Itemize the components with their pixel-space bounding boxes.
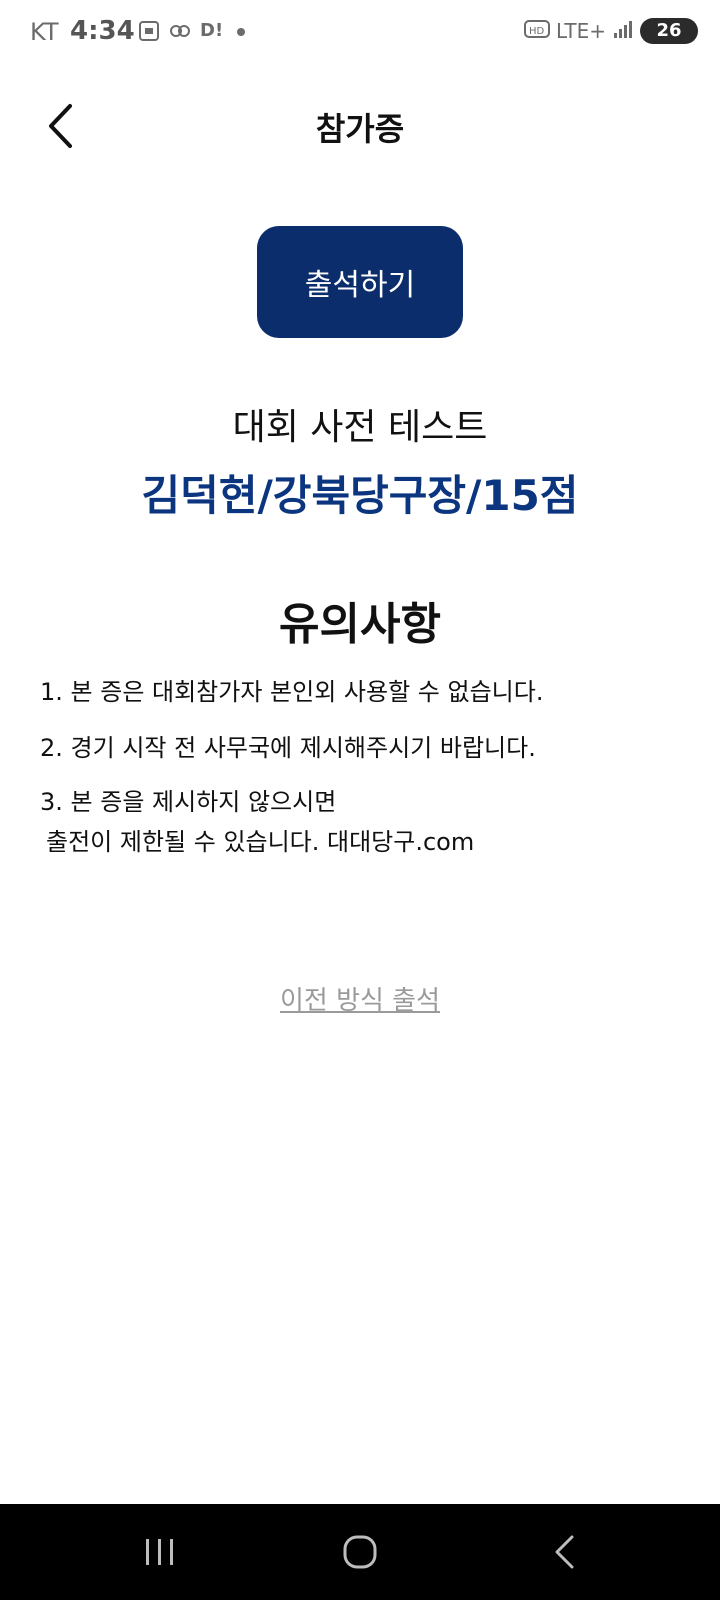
notification-d-icon: D!	[200, 20, 224, 41]
legacy-attendance-link[interactable]: 이전 방식 출석	[0, 980, 720, 1017]
nav-back-button[interactable]	[524, 1522, 604, 1582]
network-label: LTE+	[556, 19, 606, 43]
recents-icon	[146, 1539, 173, 1565]
clock-time: 4:34	[70, 16, 135, 46]
attend-button[interactable]: 출석하기	[257, 226, 463, 338]
home-icon	[343, 1535, 377, 1569]
back-icon	[555, 1535, 574, 1569]
screenshot-icon	[138, 20, 160, 47]
participant-info: 김덕현/강북당구장/15점	[141, 471, 579, 520]
notice-item: 3. 본 증을 제시하지 않으시면	[40, 788, 337, 816]
header: 참가증	[0, 90, 720, 162]
svg-text:HD: HD	[529, 26, 545, 37]
signal-icon	[612, 19, 634, 44]
notice-item: 1. 본 증은 대회참가자 본인외 사용할 수 없습니다.	[40, 678, 544, 706]
system-nav-bar	[0, 1504, 720, 1600]
notice-heading: 유의사항	[279, 599, 441, 650]
battery-level: 26	[656, 20, 682, 41]
notice-item-continuation: 출전이 제한될 수 있습니다. 대대당구.com	[46, 828, 475, 856]
home-button[interactable]	[320, 1522, 400, 1582]
battery-indicator: 26	[640, 18, 698, 44]
app-screen: KT 4:34 D! HD LTE+ 26 참가증 출석하기 대회 사전 테스트…	[0, 0, 720, 1600]
recents-button[interactable]	[120, 1522, 200, 1582]
status-right-group: HD LTE+ 26	[524, 18, 698, 44]
link-icon	[168, 20, 192, 47]
hd-icon: HD	[524, 19, 550, 44]
carrier-label: KT	[30, 18, 59, 46]
event-name: 대회 사전 테스트	[232, 407, 488, 448]
dot-icon	[236, 20, 246, 47]
status-bar: KT 4:34 D! HD LTE+ 26	[0, 0, 720, 66]
notice-item: 2. 경기 시작 전 사무국에 제시해주시기 바랍니다.	[40, 734, 536, 762]
page-title: 참가증	[315, 110, 405, 148]
